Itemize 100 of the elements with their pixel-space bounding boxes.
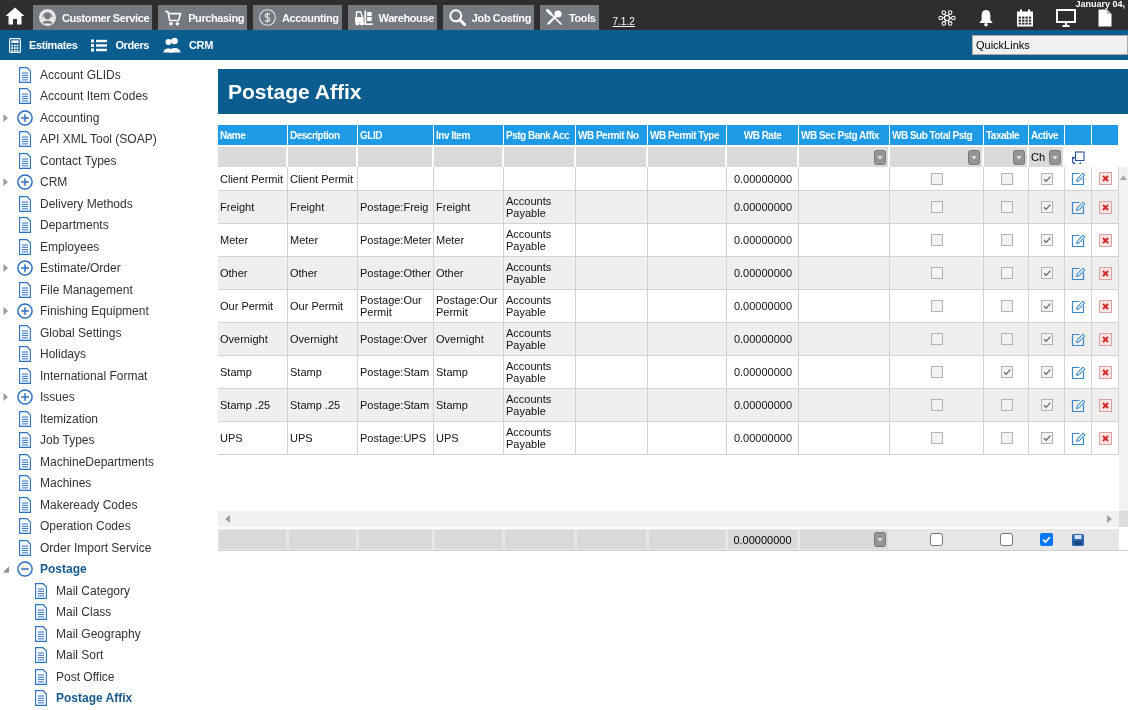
- sidebar-item[interactable]: Itemization: [17, 410, 99, 427]
- edit-icon[interactable]: [1071, 331, 1086, 347]
- edit-icon[interactable]: [1071, 298, 1086, 314]
- checkbox[interactable]: [1040, 533, 1053, 546]
- caret-icon[interactable]: [1013, 149, 1025, 165]
- sidebar-item[interactable]: File Management: [17, 281, 133, 298]
- checkbox[interactable]: [1000, 399, 1013, 411]
- delete-icon[interactable]: [1099, 431, 1112, 445]
- filter-field[interactable]: [434, 147, 502, 167]
- delete-icon[interactable]: [1099, 233, 1112, 247]
- checkbox[interactable]: [1000, 366, 1013, 378]
- checkbox[interactable]: [1041, 432, 1053, 444]
- checkbox[interactable]: [1041, 267, 1053, 279]
- sidebar-item[interactable]: Employees: [17, 238, 100, 255]
- checkbox[interactable]: [1000, 172, 1013, 185]
- home-icon[interactable]: [5, 7, 25, 25]
- filter-dropdown[interactable]: [890, 147, 982, 167]
- edit-icon[interactable]: [1071, 397, 1086, 413]
- filter-dropdown[interactable]: [799, 147, 888, 167]
- summary-dropdown[interactable]: [800, 530, 888, 549]
- filter-dropdown[interactable]: [984, 147, 1027, 167]
- quicklinks-dropdown[interactable]: QuickLinks: [972, 35, 1128, 55]
- sidebar-item[interactable]: Account Item Codes: [17, 88, 149, 105]
- sidebar-item[interactable]: Postage: [17, 561, 87, 578]
- left-arrow-icon[interactable]: [225, 515, 230, 523]
- checkbox[interactable]: [931, 300, 943, 312]
- checkbox[interactable]: [999, 533, 1013, 546]
- sidebar-item[interactable]: Finishing Equipment: [17, 303, 149, 320]
- network-icon[interactable]: [938, 9, 956, 27]
- document-icon[interactable]: [1098, 9, 1112, 27]
- checkbox[interactable]: [1041, 399, 1053, 411]
- checkbox[interactable]: [930, 533, 943, 546]
- checkbox[interactable]: [931, 432, 943, 444]
- sidebar-item[interactable]: International Format: [17, 367, 148, 384]
- checkbox[interactable]: [1000, 267, 1013, 279]
- edit-icon[interactable]: [1071, 232, 1086, 248]
- monitor-icon[interactable]: [1056, 9, 1076, 27]
- version-link[interactable]: 7.1.2: [612, 16, 635, 27]
- checkbox[interactable]: [931, 366, 943, 378]
- caret-icon[interactable]: [968, 149, 980, 165]
- checkbox[interactable]: [1041, 234, 1053, 246]
- edit-icon[interactable]: [1071, 199, 1086, 215]
- caret-icon[interactable]: [3, 565, 9, 574]
- edit-icon[interactable]: [1071, 171, 1086, 186]
- sidebar-item[interactable]: Holidays: [17, 346, 87, 363]
- sidebar-item[interactable]: CRM: [17, 174, 68, 191]
- module-button[interactable]: Warehouse: [347, 5, 437, 30]
- caret-icon[interactable]: [874, 149, 886, 165]
- checkbox[interactable]: [1041, 333, 1053, 345]
- checkbox[interactable]: [931, 201, 943, 213]
- delete-icon[interactable]: [1099, 200, 1112, 214]
- delete-icon[interactable]: [1099, 398, 1112, 412]
- filter-field[interactable]: [218, 147, 286, 167]
- sidebar-item[interactable]: Order Import Service: [17, 539, 152, 556]
- sidebar-item[interactable]: Mail Category: [33, 582, 131, 599]
- caret-icon[interactable]: [874, 532, 886, 547]
- caret-icon[interactable]: [3, 264, 9, 273]
- caret-icon[interactable]: [3, 393, 9, 402]
- checkbox[interactable]: [1041, 366, 1053, 378]
- filter-field[interactable]: [358, 147, 432, 167]
- checkbox[interactable]: [1000, 432, 1013, 444]
- nav-link[interactable]: Orders: [91, 38, 150, 52]
- checkbox[interactable]: [1000, 234, 1013, 246]
- caret-icon[interactable]: [1049, 149, 1061, 165]
- sidebar-item[interactable]: Estimate/Order: [17, 260, 121, 277]
- sidebar-item[interactable]: Machines: [17, 475, 92, 492]
- right-arrow-icon[interactable]: [1107, 515, 1112, 523]
- save-icon[interactable]: [1072, 533, 1084, 546]
- filter-field[interactable]: [504, 147, 574, 167]
- sidebar-item[interactable]: MachineDepartments: [17, 453, 155, 470]
- edit-icon[interactable]: [1071, 430, 1086, 446]
- filter-field[interactable]: [648, 147, 725, 167]
- delete-icon[interactable]: [1099, 172, 1112, 185]
- sidebar-item[interactable]: Mail Class: [33, 604, 112, 621]
- sidebar-item[interactable]: Makeready Codes: [17, 496, 138, 513]
- checkbox[interactable]: [931, 333, 943, 345]
- sidebar-item[interactable]: Accounting: [17, 109, 100, 126]
- checkbox[interactable]: [1041, 172, 1053, 185]
- checkbox[interactable]: [1000, 333, 1013, 345]
- caret-icon[interactable]: [3, 178, 9, 187]
- nav-link[interactable]: CRM: [163, 37, 213, 53]
- checkbox[interactable]: [931, 172, 943, 185]
- checkbox[interactable]: [931, 234, 943, 246]
- sidebar-item[interactable]: Departments: [17, 217, 109, 234]
- sidebar-item[interactable]: Operation Codes: [17, 518, 131, 535]
- checkbox[interactable]: [1000, 300, 1013, 312]
- refresh-icon[interactable]: [1072, 150, 1085, 164]
- sidebar-item[interactable]: Global Settings: [17, 324, 122, 341]
- filter-field[interactable]: [727, 147, 797, 167]
- filter-field[interactable]: [288, 147, 356, 167]
- filter-field[interactable]: [576, 147, 646, 167]
- delete-icon[interactable]: [1099, 299, 1112, 313]
- nav-link[interactable]: Estimates: [9, 37, 78, 53]
- checkbox[interactable]: [931, 267, 943, 279]
- sidebar-item[interactable]: Job Types: [17, 432, 95, 449]
- module-button[interactable]: Job Costing: [442, 5, 534, 30]
- sidebar-item[interactable]: Account GLIDs: [17, 66, 121, 83]
- checkbox[interactable]: [1000, 201, 1013, 213]
- calendar-icon[interactable]: [1016, 9, 1034, 27]
- bell-icon[interactable]: [978, 9, 994, 27]
